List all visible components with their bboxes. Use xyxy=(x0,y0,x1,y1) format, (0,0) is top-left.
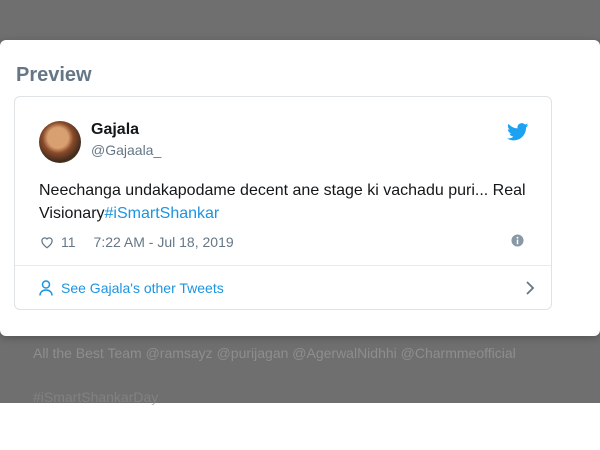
background-line-prefix: All the Best Team xyxy=(33,345,142,361)
person-icon xyxy=(39,280,53,296)
preview-modal: Preview Gajala @Gajaala_ Neechanga undak… xyxy=(0,40,600,336)
heart-icon[interactable] xyxy=(39,235,55,249)
background-mention[interactable]: @purijagan xyxy=(217,345,289,361)
avatar[interactable] xyxy=(39,121,81,163)
card-divider xyxy=(15,265,551,266)
background-hashtag[interactable]: #iSmartShankarDay xyxy=(33,389,158,405)
background-mention[interactable]: @AgerwalNidhhi xyxy=(292,345,396,361)
see-other-tweets-label[interactable]: See Gajala's other Tweets xyxy=(61,280,224,296)
info-icon[interactable] xyxy=(511,234,524,247)
author-display-name[interactable]: Gajala xyxy=(91,121,139,139)
twitter-bird-icon[interactable] xyxy=(507,123,529,141)
author-handle[interactable]: @Gajaala_ xyxy=(91,142,161,158)
background-mention[interactable]: @ramsayz xyxy=(146,345,213,361)
tweet-timestamp[interactable]: 7:22 AM - Jul 18, 2019 xyxy=(94,234,234,250)
background-mention[interactable]: @Charmmeofficial xyxy=(401,345,516,361)
modal-title: Preview xyxy=(16,64,92,86)
tweet-text: Neechanga undakapodame decent ane stage … xyxy=(39,179,529,225)
like-count[interactable]: 11 xyxy=(61,234,76,250)
see-other-tweets-link[interactable]: See Gajala's other Tweets xyxy=(39,277,535,299)
embedded-tweet-card[interactable]: Gajala @Gajaala_ Neechanga undakapodame … xyxy=(14,96,552,310)
tweet-hashtag[interactable]: #iSmartShankar xyxy=(105,205,220,222)
tweet-meta: 11 7:22 AM - Jul 18, 2019 xyxy=(39,232,234,252)
chevron-right-icon[interactable] xyxy=(525,280,535,296)
background-tweet-text: All the Best Team @ramsayz @purijagan @A… xyxy=(33,345,516,361)
